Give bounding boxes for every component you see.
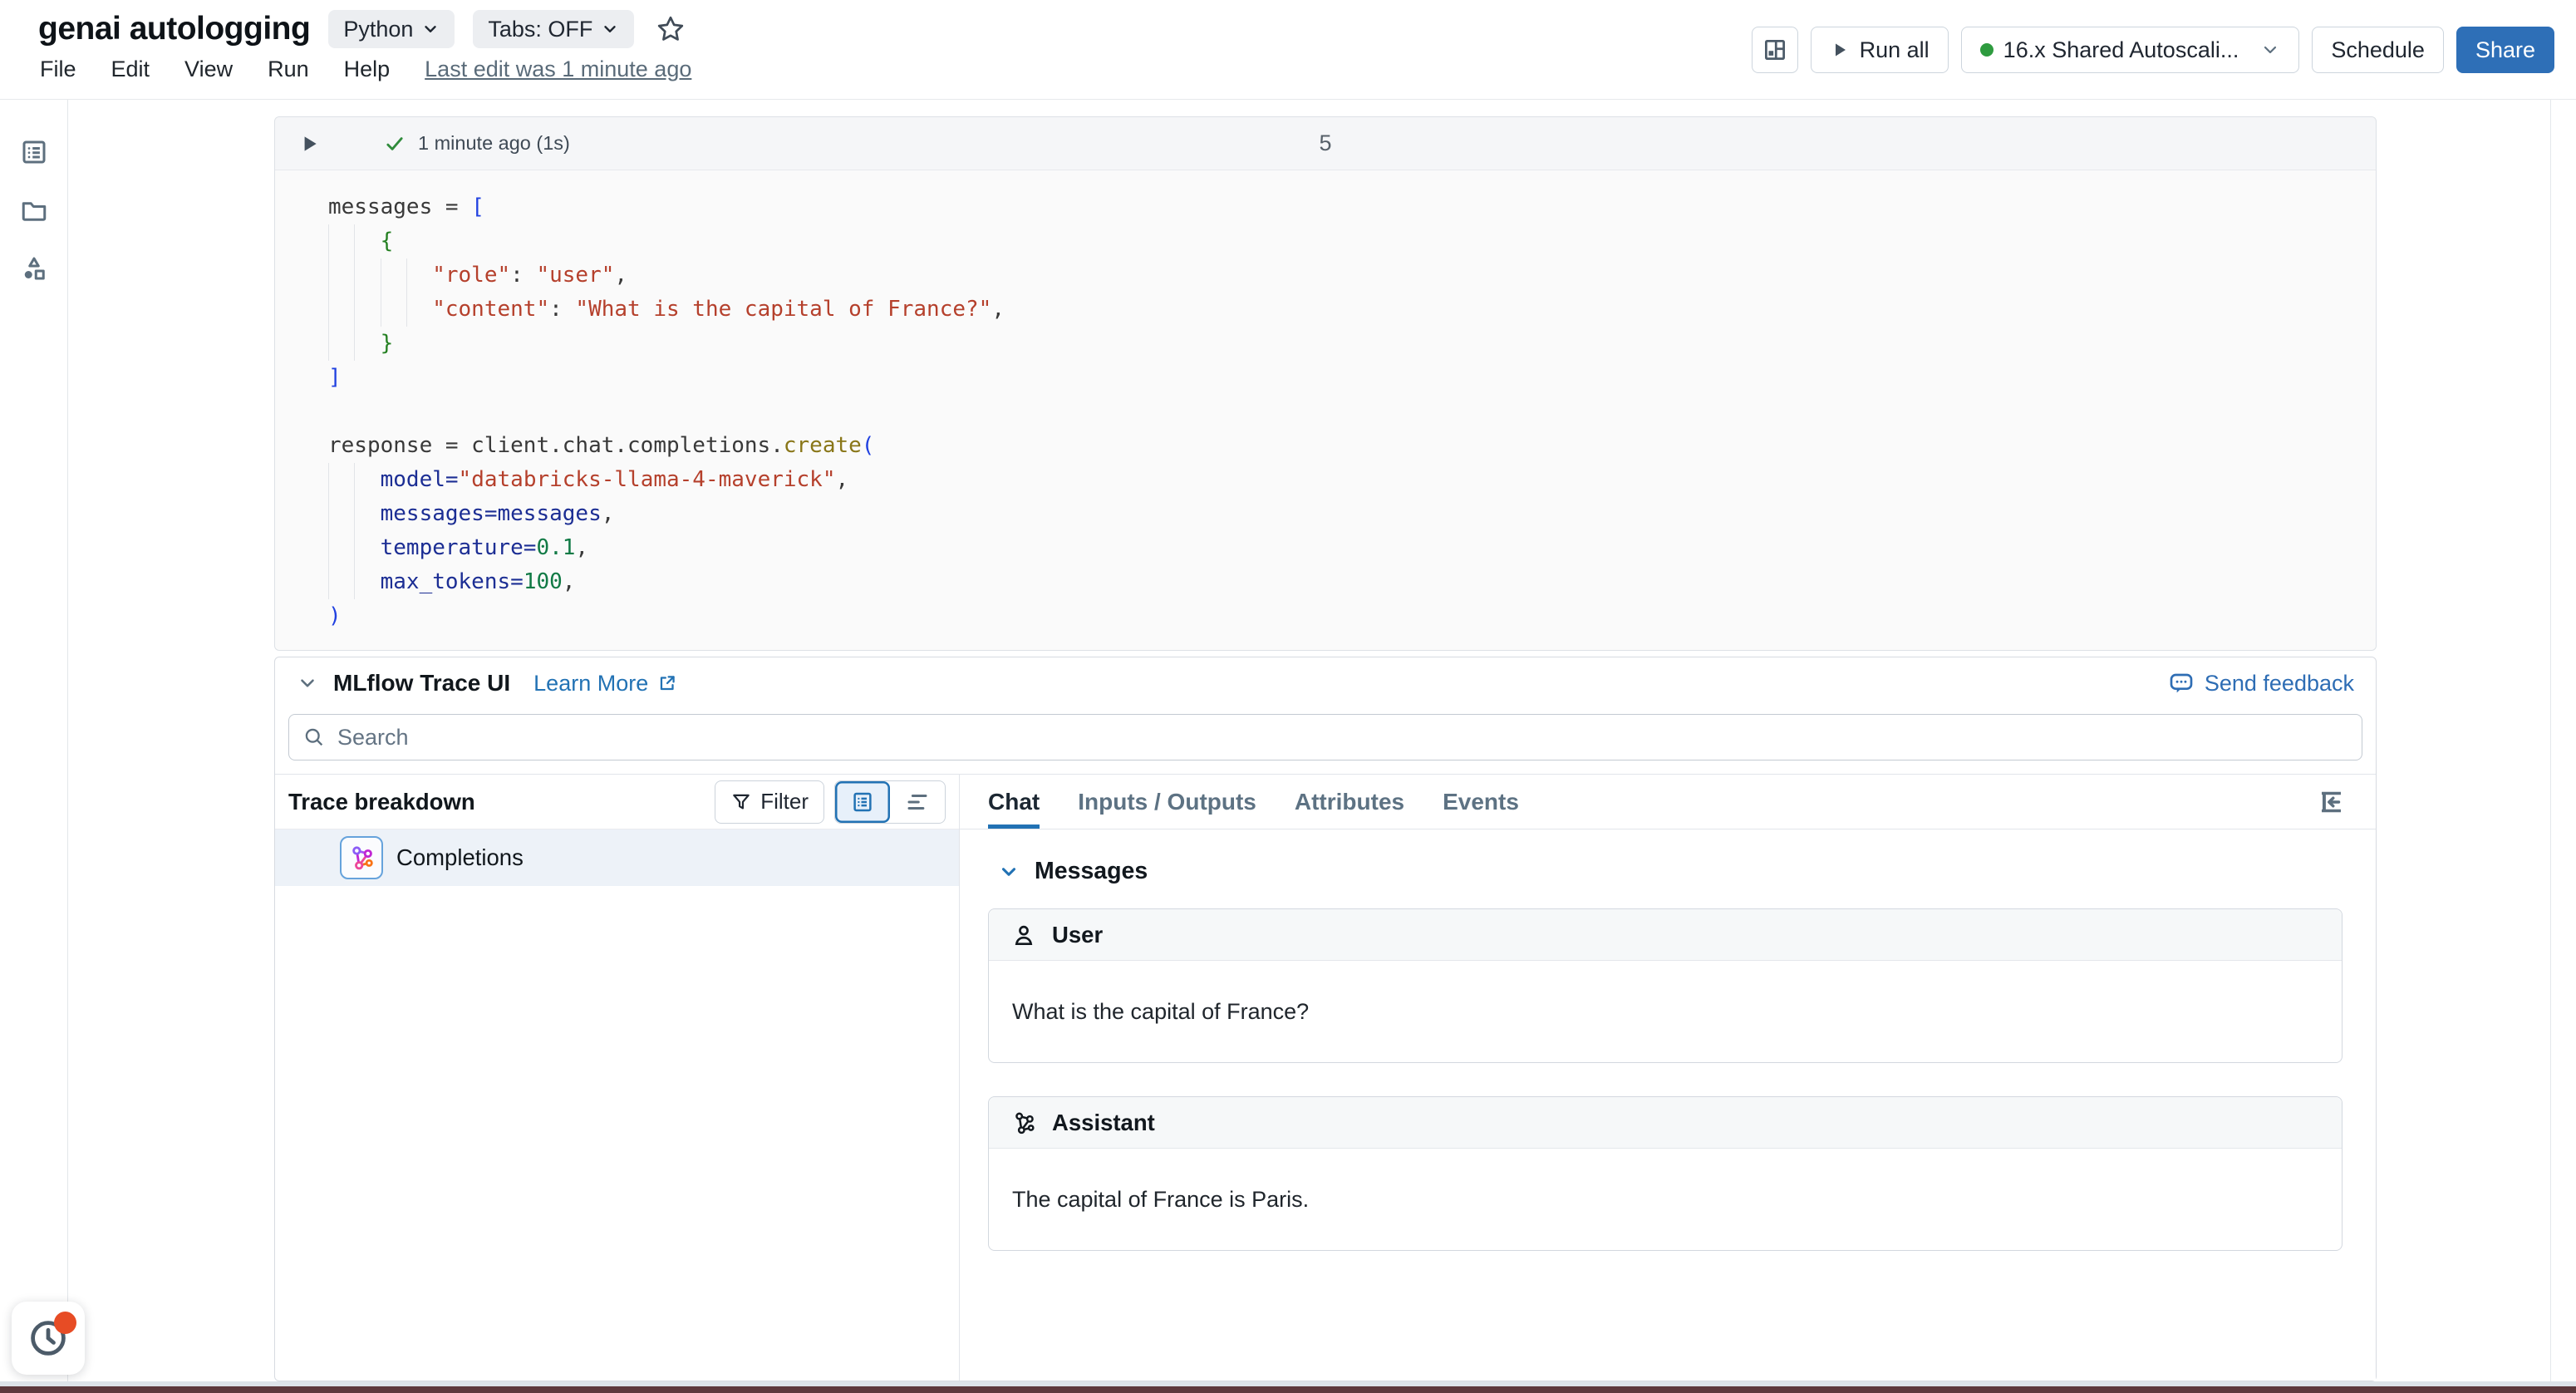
recent-activity-button[interactable] [12, 1302, 85, 1375]
favorite-star-icon[interactable] [656, 14, 686, 44]
code-block[interactable]: messages = [{"role": "user","content": "… [275, 170, 2376, 650]
search-input[interactable] [337, 725, 2348, 751]
detail-tabs: Chat Inputs / Outputs Attributes Events [960, 775, 2376, 829]
trace-breakdown-pane: Trace breakdown Filter [275, 775, 960, 1381]
run-cell-icon[interactable] [298, 133, 320, 155]
success-check-icon [383, 132, 406, 155]
user-icon [1010, 922, 1037, 948]
left-sidebar [0, 100, 68, 1381]
cluster-status-icon [1980, 43, 1993, 57]
scrollbar[interactable] [2550, 100, 2576, 1381]
message-role: User [1052, 922, 1103, 948]
trace-title: MLflow Trace UI [333, 670, 510, 696]
tab-events[interactable]: Events [1443, 775, 1519, 829]
messages-section-header[interactable]: Messages [998, 858, 2342, 885]
menu-help[interactable]: Help [344, 57, 391, 82]
trace-header: MLflow Trace UI Learn More Send feedback [275, 657, 2376, 709]
external-link-icon [656, 672, 678, 694]
tab-chat[interactable]: Chat [988, 775, 1040, 829]
messages-label: Messages [1035, 858, 1148, 885]
breakdown-actions: Filter [715, 780, 946, 824]
trace-body: Trace breakdown Filter [275, 774, 2376, 1381]
menu-view[interactable]: View [184, 57, 233, 82]
topbar-actions: Run all 16.x Shared Autoscali... Schedul… [1752, 27, 2554, 73]
notebook-app: genai autologging Python Tabs: OFF File … [0, 0, 2576, 1393]
view-toggle [834, 780, 946, 824]
learn-more-link[interactable]: Learn More [533, 671, 678, 696]
run-all-label: Run all [1860, 37, 1930, 63]
tab-inputs-outputs[interactable]: Inputs / Outputs [1078, 775, 1256, 829]
search-icon [302, 726, 326, 749]
mlflow-network-icon [340, 836, 383, 879]
chevron-down-icon [998, 861, 1020, 883]
layout-view-button[interactable] [1752, 27, 1798, 73]
gantt-bars-icon [905, 790, 930, 815]
list-view-button[interactable] [835, 781, 890, 823]
execution-count: 5 [1319, 130, 1331, 156]
panel-collapse-left-icon[interactable] [2318, 787, 2347, 817]
notification-dot [54, 1312, 76, 1334]
run-all-button[interactable]: Run all [1811, 27, 1949, 73]
message-text: The capital of France is Paris. [989, 1149, 2342, 1250]
learn-more-label: Learn More [533, 671, 648, 696]
chevron-down-icon [421, 20, 440, 38]
assistant-icon [1010, 1110, 1037, 1136]
message-header: Assistant [989, 1097, 2342, 1149]
cluster-selector[interactable]: 16.x Shared Autoscali... [1961, 27, 2300, 73]
trace-span-label: Completions [396, 844, 524, 871]
tabs-mode-selector[interactable]: Tabs: OFF [473, 10, 634, 48]
span-detail-pane: Chat Inputs / Outputs Attributes Events [960, 775, 2376, 1381]
language-selector[interactable]: Python [328, 10, 455, 48]
last-edit-link[interactable]: Last edit was 1 minute ago [425, 57, 691, 82]
menu-file[interactable]: File [40, 57, 76, 82]
message-text: What is the capital of France? [989, 961, 2342, 1062]
tabs-mode-label: Tabs: OFF [488, 17, 592, 42]
search-box [288, 714, 2362, 760]
list-detail-icon [850, 790, 875, 815]
cell-run-status: 1 minute ago (1s) [418, 132, 570, 155]
table-of-contents-icon[interactable] [0, 123, 68, 181]
menu-bar: File Edit View Run Help Last edit was 1 … [40, 57, 691, 82]
breakdown-title: Trace breakdown [288, 789, 475, 815]
topbar: genai autologging Python Tabs: OFF File … [0, 0, 2576, 100]
menu-edit[interactable]: Edit [111, 57, 150, 82]
dashboard-grid-icon [1762, 37, 1787, 62]
filter-label: Filter [760, 789, 809, 815]
timeline-view-button[interactable] [890, 781, 945, 823]
message-header: User [989, 909, 2342, 961]
tab-attributes[interactable]: Attributes [1295, 775, 1404, 829]
send-feedback-label: Send feedback [2205, 671, 2354, 696]
chevron-down-icon[interactable] [297, 672, 318, 694]
notebook-cell: 1 minute ago (1s) 5 messages = [{"role":… [274, 116, 2377, 651]
search-row [275, 709, 2376, 774]
share-button[interactable]: Share [2456, 27, 2554, 73]
menu-run[interactable]: Run [268, 57, 309, 82]
folder-icon[interactable] [0, 181, 68, 239]
schedule-label: Schedule [2331, 37, 2425, 63]
chevron-down-icon [2260, 40, 2280, 60]
cell-header: 1 minute ago (1s) 5 [275, 117, 2376, 170]
bottom-bar [0, 1386, 2576, 1393]
chat-tab-content: Messages User What is the capital of Fra… [960, 829, 2376, 1381]
language-label: Python [343, 17, 413, 42]
notebook-title: genai autologging [38, 11, 310, 47]
send-feedback-link[interactable]: Send feedback [2168, 670, 2354, 696]
funnel-icon [730, 791, 752, 813]
title-row: genai autologging Python Tabs: OFF [38, 10, 686, 48]
speech-bubble-icon [2168, 670, 2195, 696]
shapes-icon[interactable] [0, 239, 68, 298]
chevron-down-icon [601, 20, 619, 38]
filter-button[interactable]: Filter [715, 780, 824, 824]
share-label: Share [2475, 37, 2535, 63]
play-icon [1830, 40, 1850, 60]
message-role: Assistant [1052, 1110, 1155, 1136]
message-card-user: User What is the capital of France? [988, 908, 2342, 1063]
breakdown-header: Trace breakdown Filter [275, 775, 959, 829]
message-card-assistant: Assistant The capital of France is Paris… [988, 1096, 2342, 1251]
schedule-button[interactable]: Schedule [2312, 27, 2444, 73]
mlflow-trace-panel: MLflow Trace UI Learn More Send feedback [274, 657, 2377, 1381]
cluster-label: 16.x Shared Autoscali... [2003, 37, 2239, 63]
trace-span-row-completions[interactable]: Completions [275, 829, 959, 886]
